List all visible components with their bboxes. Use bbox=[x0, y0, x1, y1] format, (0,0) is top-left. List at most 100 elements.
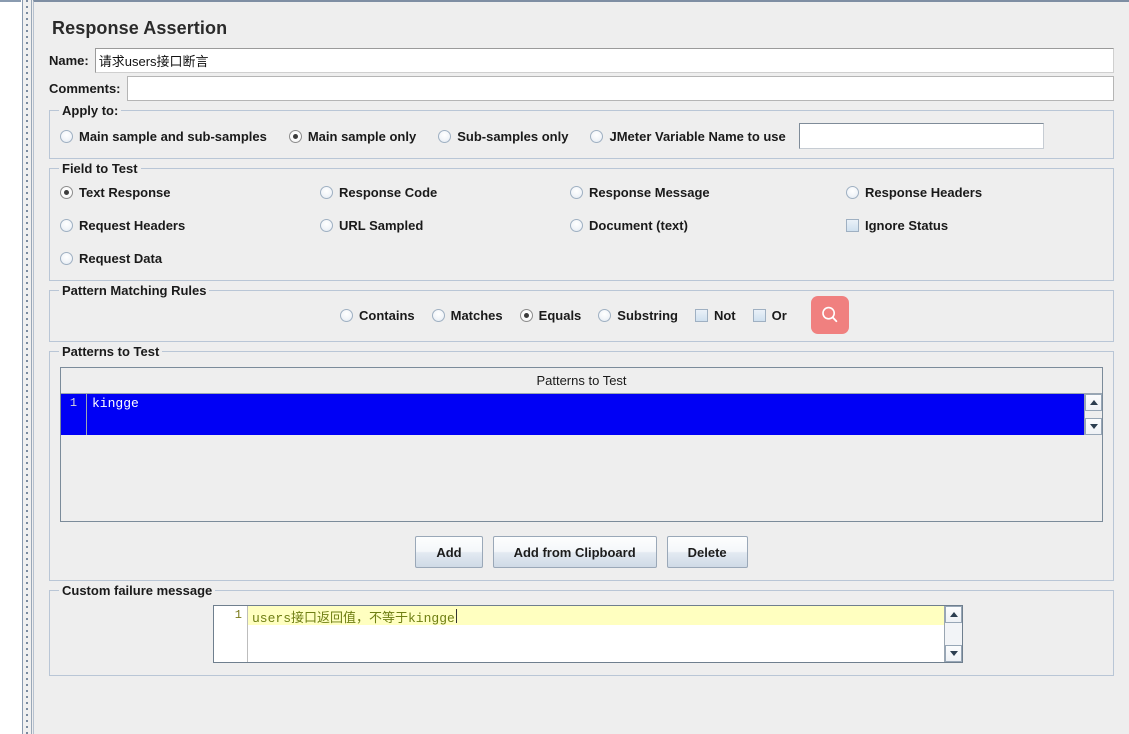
field-option-label: Response Code bbox=[339, 185, 438, 200]
comments-row: Comments: bbox=[49, 76, 1114, 101]
checkbox-icon bbox=[752, 308, 766, 322]
name-input[interactable]: 请求users接口断言 bbox=[94, 48, 1114, 73]
row-number: 1 bbox=[61, 394, 87, 435]
patterns-to-test-title: Patterns to Test bbox=[59, 344, 163, 359]
radio-icon bbox=[846, 186, 859, 199]
pattern-matching-options: Contains Matches Equals Substring Not Or bbox=[60, 295, 1103, 335]
rule-option-contains[interactable]: Contains bbox=[340, 308, 415, 323]
radio-icon bbox=[60, 129, 73, 143]
comments-label: Comments: bbox=[49, 81, 121, 96]
rule-option-label: Or bbox=[771, 307, 787, 323]
line-number-gutter: 1 bbox=[214, 606, 248, 662]
search-icon bbox=[821, 306, 838, 323]
jmeter-variable-name-input[interactable] bbox=[798, 123, 1044, 149]
apply-to-title: Apply to: bbox=[59, 103, 122, 118]
apply-to-option-main-and-sub[interactable]: Main sample and sub-samples bbox=[60, 129, 267, 144]
search-button[interactable] bbox=[810, 296, 849, 334]
field-option-response-headers[interactable]: Response Headers bbox=[846, 185, 1103, 200]
apply-to-options: Main sample and sub-samples Main sample … bbox=[60, 123, 1103, 149]
comments-input[interactable] bbox=[126, 76, 1114, 101]
triangle-down-icon bbox=[949, 651, 958, 656]
radio-selected-icon bbox=[519, 308, 533, 322]
field-option-label: Response Message bbox=[589, 185, 710, 200]
code-line[interactable]: users接口返回值，不等于kingge bbox=[248, 606, 944, 626]
triangle-down-icon bbox=[1089, 424, 1098, 429]
field-option-request-headers[interactable]: Request Headers bbox=[60, 218, 320, 233]
field-option-text-response[interactable]: Text Response bbox=[60, 185, 320, 200]
field-option-label: URL Sampled bbox=[339, 218, 424, 233]
custom-failure-message-title: Custom failure message bbox=[59, 583, 216, 598]
page-title: Response Assertion bbox=[52, 18, 228, 38]
patterns-table: Patterns to Test 1 kingge bbox=[60, 367, 1103, 522]
apply-to-option-main-only[interactable]: Main sample only bbox=[288, 129, 416, 144]
radio-selected-icon bbox=[60, 186, 73, 199]
scroll-down-button[interactable] bbox=[1085, 418, 1102, 435]
triangle-up-icon bbox=[949, 612, 958, 617]
custom-failure-message-text-area[interactable]: users接口返回值，不等于kingge bbox=[248, 606, 944, 662]
checkbox-icon bbox=[694, 308, 708, 322]
pattern-matching-rules-group: Pattern Matching Rules Contains Matches bbox=[49, 283, 1114, 342]
apply-to-option-sub-only[interactable]: Sub-samples only bbox=[438, 129, 568, 144]
radio-icon bbox=[340, 308, 353, 322]
delete-button[interactable]: Delete bbox=[666, 536, 748, 568]
custom-failure-message-editor[interactable]: 1 users接口返回值，不等于kingge bbox=[213, 605, 963, 663]
radio-icon bbox=[60, 252, 73, 265]
split-pane-divider[interactable] bbox=[23, 0, 32, 734]
rule-option-matches[interactable]: Matches bbox=[431, 307, 503, 323]
rule-option-label: Substring bbox=[617, 307, 678, 323]
radio-selected-icon bbox=[288, 129, 302, 143]
field-option-label: Document (text) bbox=[589, 218, 688, 233]
radio-icon bbox=[431, 308, 445, 322]
assertion-panel: Response Assertion Name: 请求users接口断言 Com… bbox=[33, 0, 1129, 734]
row-value[interactable]: kingge bbox=[87, 394, 1084, 435]
scroll-up-button[interactable] bbox=[945, 606, 962, 623]
apply-to-group: Apply to: Main sample and sub-samples Ma… bbox=[49, 103, 1114, 159]
field-to-test-options: Text Response Response Code Response Mes… bbox=[60, 185, 1103, 266]
split-pane-left-gutter bbox=[0, 0, 23, 734]
rule-option-or[interactable]: Or bbox=[752, 307, 787, 323]
text-caret bbox=[455, 609, 457, 623]
rule-option-not[interactable]: Not bbox=[694, 308, 736, 323]
field-option-ignore-status[interactable]: Ignore Status bbox=[846, 218, 1103, 233]
field-option-response-code[interactable]: Response Code bbox=[320, 185, 570, 200]
rule-option-label: Matches bbox=[450, 307, 503, 323]
field-to-test-title: Field to Test bbox=[59, 161, 141, 176]
field-option-request-data[interactable]: Request Data bbox=[60, 251, 320, 266]
field-option-label: Ignore Status bbox=[865, 218, 949, 233]
custom-failure-message-scrollbar[interactable] bbox=[944, 606, 962, 662]
patterns-button-row: Add Add from Clipboard Delete bbox=[59, 536, 1104, 572]
field-to-test-group: Field to Test Text Response Response Cod… bbox=[49, 161, 1114, 281]
pattern-matching-rules-title: Pattern Matching Rules bbox=[59, 283, 210, 298]
add-from-clipboard-button[interactable]: Add from Clipboard bbox=[492, 536, 657, 568]
radio-icon bbox=[570, 219, 583, 232]
radio-icon bbox=[570, 186, 583, 199]
name-label: Name: bbox=[49, 53, 89, 68]
apply-to-option-label: JMeter Variable Name to use bbox=[609, 128, 786, 144]
rule-option-label: Equals bbox=[538, 307, 582, 323]
apply-to-option-label: Sub-samples only bbox=[457, 128, 569, 144]
scroll-up-button[interactable] bbox=[1085, 394, 1102, 411]
radio-icon bbox=[60, 219, 73, 232]
name-row: Name: 请求users接口断言 bbox=[49, 48, 1114, 73]
patterns-table-header: Patterns to Test bbox=[61, 368, 1102, 394]
radio-icon bbox=[598, 308, 612, 322]
rule-option-substring[interactable]: Substring bbox=[598, 308, 678, 323]
radio-icon bbox=[320, 186, 333, 199]
rule-option-equals[interactable]: Equals bbox=[519, 307, 582, 323]
scroll-down-button[interactable] bbox=[945, 645, 962, 662]
field-option-label: Request Headers bbox=[79, 218, 186, 233]
field-option-url-sampled[interactable]: URL Sampled bbox=[320, 218, 570, 233]
field-option-response-message[interactable]: Response Message bbox=[570, 185, 846, 200]
triangle-up-icon bbox=[1089, 400, 1098, 405]
add-button[interactable]: Add bbox=[415, 536, 483, 568]
radio-icon bbox=[590, 129, 604, 143]
apply-to-option-jmeter-variable[interactable]: JMeter Variable Name to use bbox=[590, 128, 786, 144]
field-option-document-text[interactable]: Document (text) bbox=[570, 218, 846, 233]
custom-failure-message-group: Custom failure message 1 users接口返回值，不等于k… bbox=[49, 583, 1114, 676]
patterns-table-scrollbar[interactable] bbox=[1084, 394, 1102, 435]
checkbox-icon bbox=[846, 219, 859, 232]
radio-icon bbox=[438, 129, 452, 143]
table-row[interactable]: 1 kingge bbox=[61, 394, 1102, 435]
patterns-to-test-group: Patterns to Test Patterns to Test 1 king… bbox=[49, 344, 1114, 581]
response-assertion-window: Response Assertion Name: 请求users接口断言 Com… bbox=[0, 0, 1129, 734]
